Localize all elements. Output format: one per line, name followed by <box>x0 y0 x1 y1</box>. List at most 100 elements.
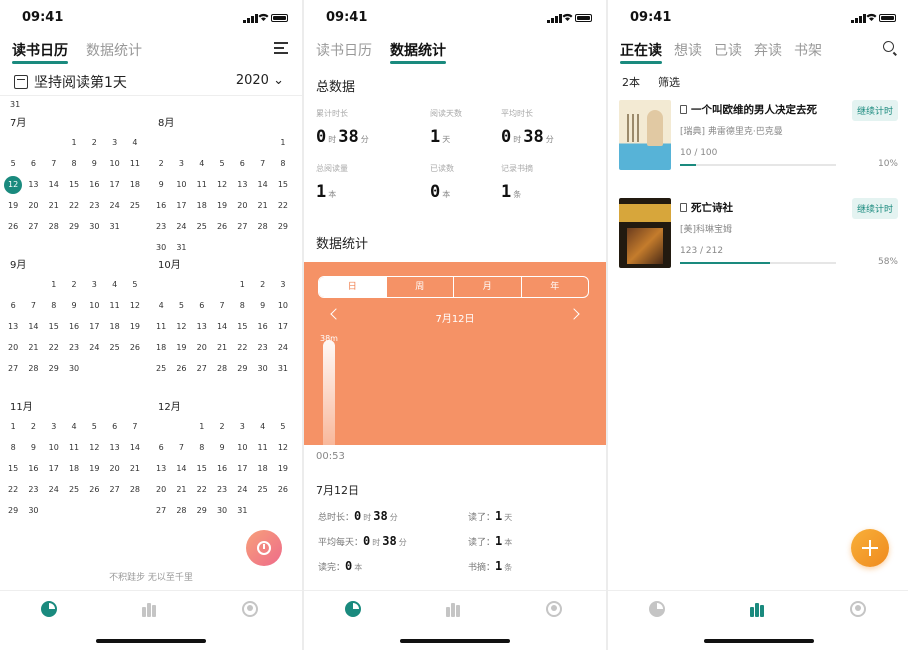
calendar-day[interactable]: 21 <box>44 195 64 216</box>
calendar-day[interactable]: 8 <box>192 437 212 458</box>
calendar-day[interactable]: 7 <box>23 295 43 316</box>
book-item[interactable]: 死亡诗社 [美]科琳宝姆 123 / 212 58% 继续计时 <box>608 198 908 278</box>
calendar-day[interactable]: 8 <box>64 153 84 174</box>
calendar-day[interactable]: 31 <box>104 216 124 237</box>
calendar-day[interactable]: 16 <box>64 316 84 337</box>
calendar-day[interactable]: 3 <box>273 274 293 295</box>
calendar-day[interactable]: 3 <box>171 153 191 174</box>
calendar-day[interactable]: 23 <box>23 479 43 500</box>
calendar-day[interactable]: 20 <box>151 479 171 500</box>
calendar-day[interactable]: 30 <box>84 216 104 237</box>
calendar-day[interactable]: 19 <box>3 195 23 216</box>
calendar-day[interactable]: 16 <box>151 195 171 216</box>
calendar-day[interactable]: 12 <box>212 174 232 195</box>
calendar-day[interactable]: 11 <box>192 174 212 195</box>
calendar-day[interactable]: 8 <box>273 153 293 174</box>
calendar-day[interactable]: 31 <box>171 237 191 258</box>
calendar-day[interactable]: 20 <box>3 337 23 358</box>
calendar-day[interactable]: 14 <box>23 316 43 337</box>
calendar-day[interactable]: 2 <box>23 416 43 437</box>
calendar-day[interactable]: 8 <box>3 437 23 458</box>
calendar-day[interactable]: 8 <box>232 295 252 316</box>
calendar-day[interactable]: 26 <box>273 479 293 500</box>
calendar-day[interactable]: 5 <box>3 153 23 174</box>
calendar-day[interactable]: 23 <box>64 337 84 358</box>
calendar-day[interactable]: 12 <box>171 316 191 337</box>
calendar-day[interactable]: 2 <box>252 274 272 295</box>
calendar-day[interactable]: 7 <box>252 153 272 174</box>
search-icon[interactable] <box>883 41 894 52</box>
calendar-day[interactable]: 6 <box>232 153 252 174</box>
calendar-day[interactable]: 1 <box>192 416 212 437</box>
calendar-day[interactable]: 19 <box>125 316 145 337</box>
calendar-day[interactable]: 22 <box>3 479 23 500</box>
calendar-day[interactable]: 9 <box>64 295 84 316</box>
calendar-day[interactable]: 3 <box>232 416 252 437</box>
tab-data-stats[interactable]: 数据统计 <box>390 40 446 64</box>
calendar-day[interactable]: 26 <box>212 216 232 237</box>
calendar-day[interactable]: 16 <box>23 458 43 479</box>
nav-bookshelf-icon[interactable] <box>750 601 768 619</box>
calendar-day[interactable]: 30 <box>252 358 272 379</box>
calendar-day[interactable]: 20 <box>23 195 43 216</box>
calendar-day[interactable]: 1 <box>3 416 23 437</box>
calendar-day[interactable]: 17 <box>232 458 252 479</box>
nav-bookshelf-icon[interactable] <box>446 601 464 619</box>
calendar-day[interactable]: 12 <box>273 437 293 458</box>
calendar-day[interactable]: 7 <box>171 437 191 458</box>
calendar-day[interactable]: 24 <box>84 337 104 358</box>
calendar-day[interactable]: 23 <box>151 216 171 237</box>
nav-stats-icon[interactable] <box>41 601 59 619</box>
calendar-day[interactable]: 21 <box>23 337 43 358</box>
calendar-day[interactable]: 7 <box>125 416 145 437</box>
calendar-day[interactable]: 18 <box>125 174 145 195</box>
calendar-day[interactable]: 18 <box>64 458 84 479</box>
calendar-day[interactable]: 13 <box>192 316 212 337</box>
calendar-day[interactable]: 29 <box>192 500 212 521</box>
nav-stats-icon[interactable] <box>345 601 363 619</box>
calendar-day[interactable]: 8 <box>44 295 64 316</box>
tab-abandoned[interactable]: 弃读 <box>754 40 782 60</box>
calendar-day[interactable]: 12 <box>84 437 104 458</box>
calendar-day[interactable]: 18 <box>104 316 124 337</box>
calendar-day[interactable]: 29 <box>3 500 23 521</box>
calendar-day[interactable]: 15 <box>232 316 252 337</box>
calendar-day[interactable]: 28 <box>125 479 145 500</box>
calendar-day[interactable]: 9 <box>252 295 272 316</box>
calendar-day[interactable]: 26 <box>84 479 104 500</box>
menu-icon[interactable] <box>274 42 288 54</box>
calendar-day[interactable]: 19 <box>171 337 191 358</box>
period-month[interactable]: 月 <box>453 277 521 297</box>
calendar-day[interactable]: 1 <box>232 274 252 295</box>
calendar-day[interactable]: 22 <box>232 337 252 358</box>
calendar-day[interactable]: 24 <box>44 479 64 500</box>
calendar-day[interactable]: 30 <box>64 358 84 379</box>
calendar-day[interactable]: 26 <box>171 358 191 379</box>
calendar-day[interactable]: 2 <box>84 132 104 153</box>
period-day[interactable]: 日 <box>319 277 386 297</box>
calendar-day[interactable]: 28 <box>252 216 272 237</box>
timer-button[interactable] <box>246 530 282 566</box>
calendar-day[interactable]: 19 <box>212 195 232 216</box>
calendar-day[interactable]: 13 <box>232 174 252 195</box>
today-day[interactable]: 12 <box>4 175 23 194</box>
calendar-day[interactable]: 13 <box>3 316 23 337</box>
calendar-day[interactable]: 19 <box>273 458 293 479</box>
calendar-day[interactable]: 24 <box>232 479 252 500</box>
calendar-day[interactable]: 4 <box>64 416 84 437</box>
calendar-day[interactable]: 11 <box>151 316 171 337</box>
calendar-day[interactable]: 23 <box>252 337 272 358</box>
calendar-day[interactable]: 26 <box>3 216 23 237</box>
calendar-day[interactable]: 10 <box>171 174 191 195</box>
calendar-day[interactable]: 17 <box>84 316 104 337</box>
calendar-day[interactable]: 26 <box>125 337 145 358</box>
calendar-day[interactable]: 3 <box>44 416 64 437</box>
calendar-day[interactable]: 13 <box>23 174 43 195</box>
calendar-day[interactable]: 5 <box>212 153 232 174</box>
calendar-day[interactable]: 14 <box>44 174 64 195</box>
calendar-day[interactable]: 14 <box>252 174 272 195</box>
calendar-day[interactable]: 4 <box>192 153 212 174</box>
tab-want-to-read[interactable]: 想读 <box>674 40 702 60</box>
calendar-day[interactable]: 14 <box>212 316 232 337</box>
calendar-day[interactable]: 15 <box>273 174 293 195</box>
